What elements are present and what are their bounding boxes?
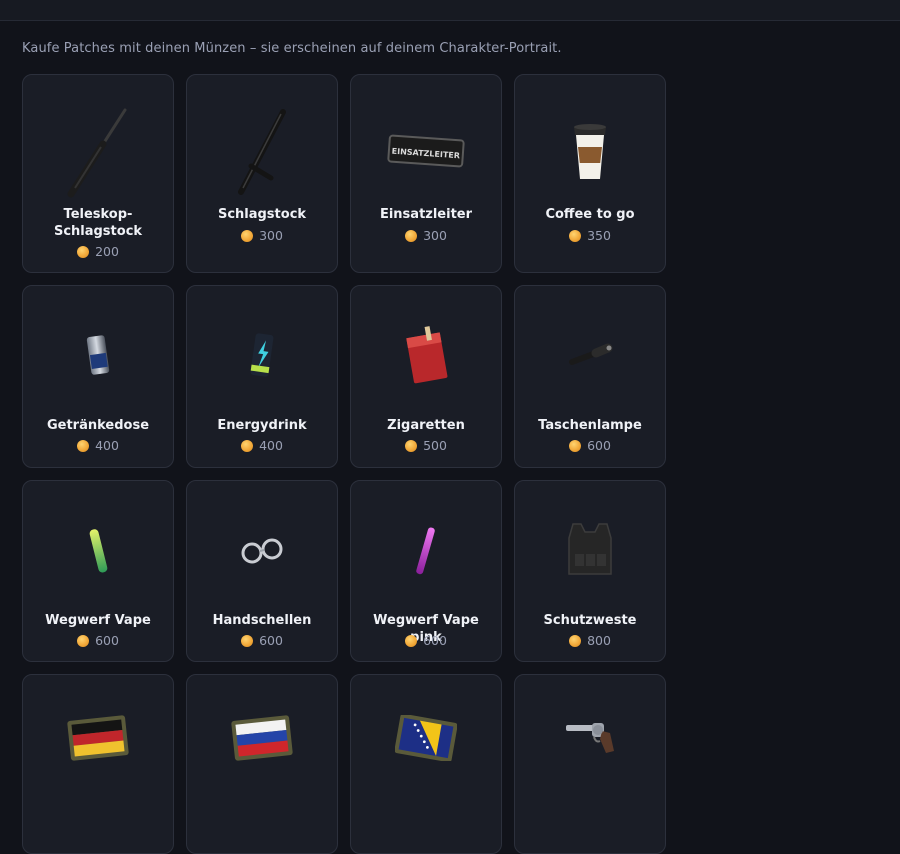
russia-flag-patch-icon [187, 693, 337, 783]
patch-price: 600 [351, 633, 501, 648]
coin-icon [241, 439, 254, 452]
coin-icon [569, 439, 582, 452]
einsatzleiter-patch-icon: EINSATZLEITER [351, 89, 501, 214]
patch-card-einsatzleiter[interactable]: EINSATZLEITER Einsatzleiter 300 [350, 74, 502, 273]
patch-card-schlagstock[interactable]: Schlagstock 300 [186, 74, 338, 273]
patch-name: Wegwerf Vape [45, 613, 151, 628]
patch-price-value: 200 [95, 244, 119, 259]
patch-price-value: 600 [259, 633, 283, 648]
energy-drink-icon [187, 301, 337, 411]
patch-price-value: 350 [587, 228, 611, 243]
germany-flag-patch-icon [23, 693, 173, 783]
patch-card-bosnia-flag[interactable] [350, 674, 502, 854]
patch-card-teleskop-schlagstock[interactable]: Teleskop-Schlagstock 200 [22, 74, 174, 273]
patch-name: Zigaretten [387, 418, 465, 433]
drink-can-icon [23, 301, 173, 411]
coin-icon [241, 634, 254, 647]
patch-price: 600 [23, 633, 173, 648]
patch-price-value: 400 [95, 438, 119, 453]
coin-icon [569, 229, 582, 242]
patch-card-wegwerf-vape-pink[interactable]: Wegwerf Vape pink 600 [350, 480, 502, 662]
handcuffs-icon [187, 496, 337, 606]
revolver-icon [515, 693, 665, 783]
patch-price-value: 800 [587, 633, 611, 648]
coffee-cup-icon [515, 89, 665, 214]
patch-name: Handschellen [212, 613, 312, 628]
vape-pink-icon [351, 496, 501, 606]
patch-card-schutzweste[interactable]: Schutzweste 800 [514, 480, 666, 662]
patch-price: 350 [515, 228, 665, 243]
vest-icon [515, 496, 665, 606]
patch-card-wegwerf-vape[interactable]: Wegwerf Vape 600 [22, 480, 174, 662]
baton-icon [187, 89, 337, 214]
patch-grid: Teleskop-Schlagstock 200 Schlagstock 300… [22, 74, 666, 854]
patch-price-value: 600 [587, 438, 611, 453]
top-bar [0, 0, 900, 21]
patch-price-value: 600 [423, 633, 447, 648]
coin-icon [405, 634, 418, 647]
patch-card-taschenlampe[interactable]: Taschenlampe 600 [514, 285, 666, 468]
patch-card-handschellen[interactable]: Handschellen 600 [186, 480, 338, 662]
patch-price: 400 [23, 438, 173, 453]
patch-name: Schlagstock [217, 207, 307, 222]
patch-price-value: 600 [95, 633, 119, 648]
patch-name: Getränkedose [46, 418, 150, 433]
patch-price-value: 500 [423, 438, 447, 453]
coin-icon [569, 634, 582, 647]
patch-name: Energydrink [217, 418, 307, 433]
patch-card-revolver[interactable] [514, 674, 666, 854]
coin-icon [77, 245, 90, 258]
coin-icon [77, 439, 90, 452]
vape-green-icon [23, 496, 173, 606]
patch-price: 600 [515, 438, 665, 453]
patch-price: 500 [351, 438, 501, 453]
patch-price-value: 400 [259, 438, 283, 453]
cigarettes-icon [351, 301, 501, 411]
patch-name: Taschenlampe [538, 418, 642, 433]
coin-icon [77, 634, 90, 647]
patch-price: 300 [187, 228, 337, 243]
patch-card-germany-flag[interactable] [22, 674, 174, 854]
patch-name: Einsatzleiter [379, 207, 473, 222]
patch-price: 800 [515, 633, 665, 648]
patch-price-value: 300 [259, 228, 283, 243]
patch-price: 300 [351, 228, 501, 243]
flashlight-icon [515, 301, 665, 411]
patch-card-getraenkedose[interactable]: Getränkedose 400 [22, 285, 174, 468]
bosnia-flag-patch-icon [351, 693, 501, 783]
coin-icon [241, 229, 254, 242]
patch-price: 400 [187, 438, 337, 453]
patch-name: Coffee to go [545, 207, 635, 222]
patch-card-energydrink[interactable]: Energydrink 400 [186, 285, 338, 468]
intro-text: Kaufe Patches mit deinen Münzen – sie er… [22, 41, 562, 56]
patch-card-coffee-to-go[interactable]: Coffee to go 350 [514, 74, 666, 273]
telescopic-baton-icon [23, 89, 173, 214]
patch-card-russia-flag[interactable] [186, 674, 338, 854]
coin-icon [405, 229, 418, 242]
patch-price: 200 [23, 244, 173, 259]
patch-name: Teleskop-Schlagstock [53, 207, 143, 239]
patch-name: Schutzweste [543, 613, 637, 628]
coin-icon [405, 439, 418, 452]
patch-card-zigaretten[interactable]: Zigaretten 500 [350, 285, 502, 468]
patch-price-value: 300 [423, 228, 447, 243]
patch-price: 600 [187, 633, 337, 648]
